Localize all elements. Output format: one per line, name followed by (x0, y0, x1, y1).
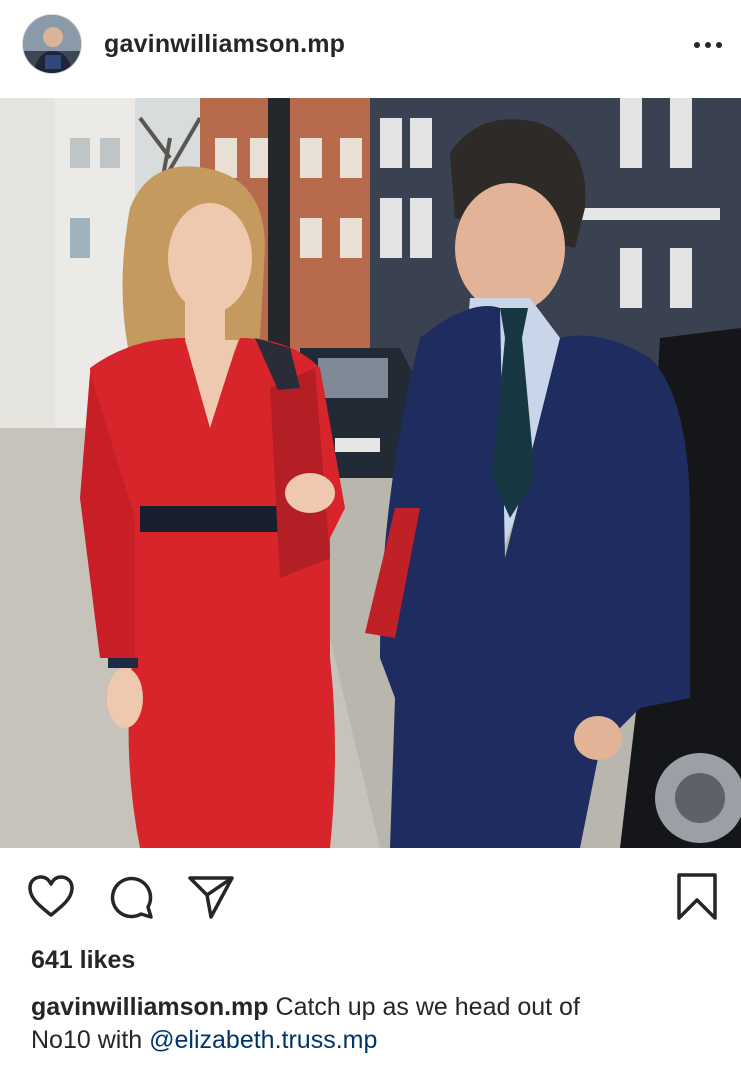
action-bar (0, 862, 741, 932)
avatar[interactable] (22, 14, 82, 74)
share-button[interactable] (186, 872, 236, 922)
caption-mention[interactable]: @elizabeth.truss.mp (149, 1026, 377, 1054)
paper-plane-icon (188, 876, 234, 919)
dot (705, 42, 711, 48)
comment-button[interactable] (106, 872, 156, 922)
like-button[interactable] (26, 872, 76, 922)
dot (716, 42, 722, 48)
heart-icon (28, 875, 74, 917)
bookmark-icon (677, 873, 717, 920)
post-username[interactable]: gavinwilliamson.mp (104, 30, 345, 59)
post-photo[interactable] (0, 98, 741, 848)
comment-bubble-icon (110, 876, 153, 919)
post-caption: gavinwilliamson.mp Catch up as we head o… (31, 991, 721, 1057)
caption-username[interactable]: gavinwilliamson.mp (31, 993, 269, 1021)
likes-count[interactable]: 641 likes (31, 946, 135, 975)
profile-photo (23, 15, 81, 73)
dot (694, 42, 700, 48)
street-scene-image (0, 98, 741, 848)
caption-text-line2: No10 with (31, 1026, 143, 1054)
caption-text-line1: Catch up as we head out of (275, 993, 580, 1021)
post-header: gavinwilliamson.mp (0, 0, 741, 97)
more-options-icon[interactable] (688, 30, 728, 60)
save-button[interactable] (672, 872, 722, 922)
